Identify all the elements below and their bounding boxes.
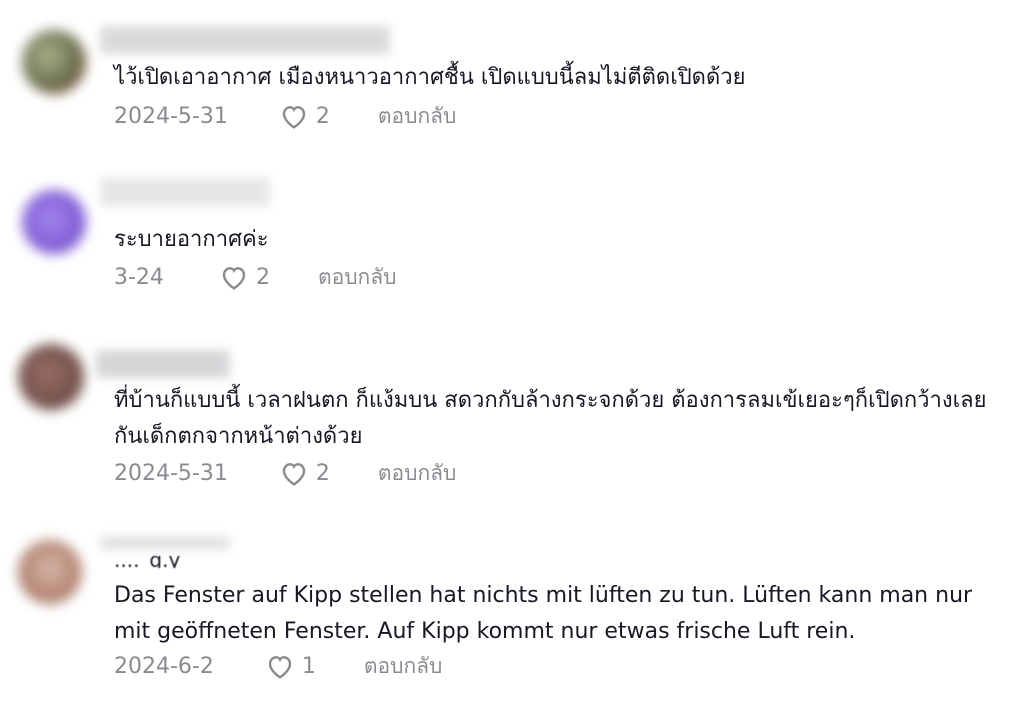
comment-meta: 2024-5-31 2 ตอบกลับ — [114, 455, 456, 491]
reply-button[interactable]: ตอบกลับ — [318, 261, 397, 294]
like-button[interactable]: 2 — [278, 100, 330, 132]
like-count: 2 — [315, 103, 330, 129]
comment-date: 2024-5-31 — [114, 460, 228, 486]
reply-button[interactable]: ตอบกลับ — [378, 100, 457, 133]
comment-text: ที่บ้านก็แบบนี้ เวลาฝนตก ก็แง้มบน สดวกกั… — [114, 388, 987, 449]
like-count: 2 — [315, 460, 330, 486]
comment-text: ระบายอากาศค่ะ — [114, 227, 269, 252]
username-partial[interactable]: ...._g.y — [114, 556, 180, 568]
like-button[interactable]: 1 — [264, 650, 316, 682]
comment-meta: 3-24 2 ตอบกลับ — [114, 259, 396, 295]
reply-button[interactable]: ตอบกลับ — [378, 457, 457, 490]
comment-date: 3-24 — [114, 264, 164, 290]
heart-icon — [282, 106, 306, 129]
heart-icon — [222, 267, 246, 290]
heart-icon — [268, 656, 292, 679]
heart-icon — [282, 463, 306, 486]
comment-date: 2024-6-2 — [114, 653, 214, 679]
reply-button[interactable]: ตอบกลับ — [364, 650, 443, 683]
avatar[interactable] — [22, 30, 86, 94]
avatar[interactable] — [18, 540, 82, 604]
avatar[interactable] — [18, 344, 84, 410]
username-blurred[interactable] — [100, 178, 270, 206]
avatar[interactable] — [22, 190, 86, 254]
like-button[interactable]: 2 — [218, 261, 270, 293]
username-blurred[interactable] — [100, 536, 230, 550]
like-button[interactable]: 2 — [278, 457, 330, 489]
like-count: 1 — [301, 653, 316, 679]
username-blurred[interactable] — [96, 350, 230, 378]
username-blurred[interactable] — [100, 26, 390, 54]
like-count: 2 — [255, 264, 270, 290]
comment-meta: 2024-6-2 1 ตอบกลับ — [114, 648, 442, 684]
comment-text: ไว้เปิดเอาอากาศ เมืองหนาวอากาศชื้น เปิดแ… — [114, 65, 746, 90]
comment-text: Das Fenster auf Kipp stellen hat nichts … — [114, 583, 973, 644]
comment-meta: 2024-5-31 2 ตอบกลับ — [114, 98, 456, 134]
comment-date: 2024-5-31 — [114, 103, 228, 129]
